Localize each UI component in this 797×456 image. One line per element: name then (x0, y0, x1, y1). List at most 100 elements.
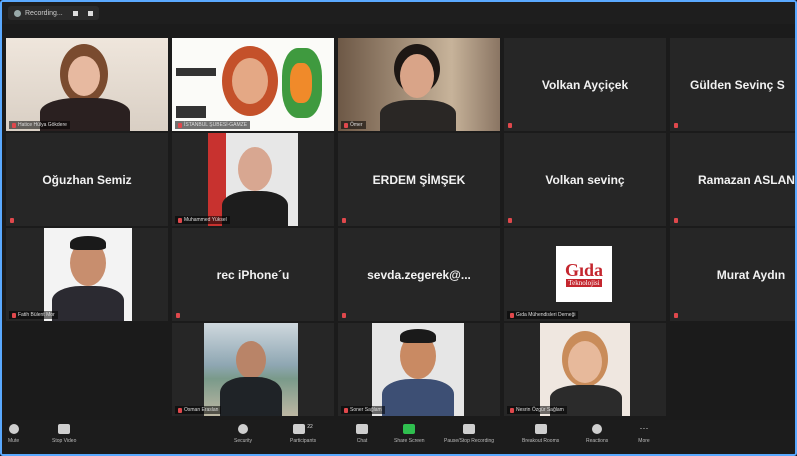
microphone-muted-icon (12, 312, 16, 318)
pause-icon[interactable] (72, 10, 78, 16)
chat-label: Chat (356, 438, 368, 444)
participant-tile[interactable]: Osman Eraslan (172, 323, 334, 416)
microphone-muted-icon (12, 122, 16, 128)
participant-name-label: Muhammed Yüksel (175, 216, 230, 224)
microphone-muted-icon (176, 313, 180, 318)
shoulders (382, 379, 454, 416)
more-label: More (638, 438, 650, 444)
participant-display-name: ERDEM ŞİMŞEK (372, 172, 466, 187)
pause-stop-icon (463, 424, 476, 434)
mute-label: Mute (8, 438, 20, 444)
participant-tile[interactable]: Gülden Sevinç S (670, 38, 795, 131)
participants-icon-group: 22 (293, 424, 313, 438)
participant-tile[interactable]: Fatih Bülent Mor (6, 228, 168, 321)
security-button[interactable]: Security (234, 424, 252, 444)
share-screen-button[interactable]: Share Screen (394, 424, 425, 444)
microphone-muted-icon (10, 218, 14, 223)
chat-button[interactable]: Chat (356, 424, 368, 444)
logo-subtitle: Teknolojisi (566, 279, 602, 287)
participant-tile[interactable]: Hatice Hülya Gökdere (6, 38, 168, 131)
face (236, 341, 266, 379)
participant-display-name: Ramazan ASLAN (698, 172, 795, 187)
reactions-label: Reactions (586, 438, 609, 444)
participant-tile[interactable]: Nesrin Özgür Sağlam (504, 323, 666, 416)
face (68, 56, 100, 96)
face (400, 54, 434, 98)
participant-name: Fatih Bülent Mor (18, 312, 55, 318)
participant-name: Gıda Mühendisleri Derneği (516, 312, 576, 318)
participant-name: Ömer (350, 122, 363, 128)
microphone-muted-icon (674, 218, 678, 223)
microphone-muted-icon (344, 122, 348, 128)
share-screen-icon (403, 424, 416, 434)
microphone-muted-icon (508, 123, 512, 128)
participant-tile[interactable]: sevda.zegerek@... (338, 228, 500, 321)
participant-display-name: Murat Aydın (716, 267, 786, 282)
shield-icon (238, 424, 249, 434)
participants-label: Participants (290, 438, 317, 444)
participant-name-label: İSTANBUL ŞUBESİ-GAMZE (175, 121, 251, 129)
microphone-muted-icon (510, 312, 514, 318)
participant-name-label: Osman Eraslan (175, 406, 222, 414)
participants-button[interactable]: 22 Participants (290, 424, 316, 444)
participant-tile[interactable]: Gıda Teknolojisi Gıda Mühendisleri Derne… (504, 228, 666, 321)
participant-tile[interactable]: Ömer (338, 38, 500, 131)
zoom-window: Recording... Hatice Hülya Gökdere İSTANB… (0, 0, 797, 456)
participant-name-label: Fatih Bülent Mor (9, 311, 58, 319)
participant-tile[interactable]: Muhammed Yüksel (172, 133, 334, 226)
participant-tile[interactable]: Ramazan ASLAN (670, 133, 795, 226)
microphone-muted-icon (342, 218, 346, 223)
participant-tile[interactable]: Murat Aydın (670, 228, 795, 321)
people-icon (293, 424, 306, 434)
pause-stop-recording-button[interactable]: Pause/Stop Recording (444, 424, 494, 444)
share-screen-label: Share Screen (394, 438, 425, 444)
participant-name: İSTANBUL ŞUBESİ-GAMZE (184, 122, 248, 128)
participant-tile[interactable]: rec iPhone´u (172, 228, 334, 321)
participant-name: Muhammed Yüksel (184, 217, 227, 223)
participant-display-name: rec iPhone´u (216, 267, 290, 282)
participant-name: Soner Sağlam (350, 407, 382, 413)
pause-recording-label: Pause/Stop Recording (444, 438, 495, 444)
participant-name-label: Ömer (341, 121, 366, 129)
more-button[interactable]: ··· More (638, 423, 650, 445)
stop-video-button[interactable]: Stop Video (52, 424, 76, 444)
microphone-muted-icon (178, 122, 182, 128)
participant-tile[interactable]: İSTANBUL ŞUBESİ-GAMZE (172, 38, 334, 131)
recording-indicator[interactable]: Recording... (8, 6, 99, 20)
face (238, 147, 272, 191)
microphone-muted-icon (344, 407, 348, 413)
participants-count: 22 (307, 424, 313, 430)
breakout-rooms-button[interactable]: Breakout Rooms (522, 424, 559, 444)
gallery-grid: Hatice Hülya Gökdere İSTANBUL ŞUBESİ-GAM… (6, 38, 795, 418)
shoulders (220, 377, 282, 416)
stop-icon[interactable] (87, 10, 93, 16)
security-label: Security (234, 438, 253, 444)
participant-tile[interactable]: Volkan Ayçiçek (504, 38, 666, 131)
meeting-toolbar: Mute Stop Video Security 22 Participants… (2, 420, 795, 454)
microphone-muted-icon (178, 217, 182, 223)
empty-slot (6, 323, 168, 416)
microphone-icon (8, 424, 19, 434)
reactions-button[interactable]: Reactions (586, 424, 608, 444)
stop-video-label: Stop Video (52, 438, 77, 444)
banner-text (176, 106, 206, 118)
participant-tile[interactable]: Volkan sevinç (504, 133, 666, 226)
ellipsis-icon: ··· (639, 423, 649, 433)
logo-title: Gıda (564, 260, 603, 280)
microphone-muted-icon (510, 407, 514, 413)
microphone-muted-icon (674, 123, 678, 128)
participant-tile[interactable]: ERDEM ŞİMŞEK (338, 133, 500, 226)
organization-logo: Gıda Teknolojisi (556, 246, 612, 302)
participant-name-label: Hatice Hülya Gökdere (9, 121, 70, 129)
video-camera-icon (58, 424, 71, 434)
participant-display-name: Oğuzhan Semiz (42, 172, 132, 187)
microphone-muted-icon (178, 407, 182, 413)
microphone-muted-icon (674, 313, 678, 318)
mute-button[interactable]: Mute (8, 424, 19, 444)
face (568, 341, 602, 383)
participant-tile[interactable]: Oğuzhan Semiz (6, 133, 168, 226)
recording-label: Recording... (25, 9, 63, 17)
participant-tile[interactable]: Soner Sağlam (338, 323, 500, 416)
microphone-muted-icon (508, 218, 512, 223)
participant-name-label: Soner Sağlam (341, 406, 385, 414)
